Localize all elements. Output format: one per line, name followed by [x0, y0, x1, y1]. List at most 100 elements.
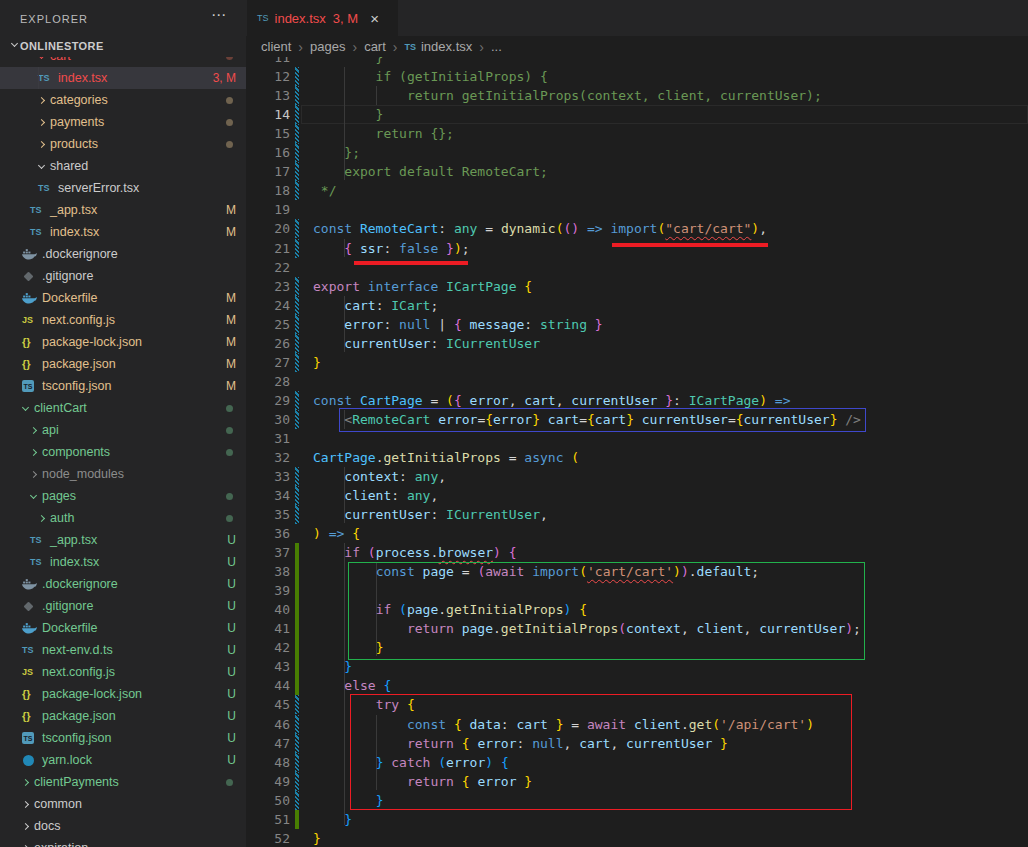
code-line-19[interactable]: 19 [246, 200, 1028, 219]
gutter-added-indicator [295, 600, 299, 619]
more-actions-icon[interactable]: ⋯ [211, 6, 228, 24]
tree-item-payments[interactable]: payments [0, 111, 246, 133]
tree-item-tsconfig-json[interactable]: TStsconfig.jsonM [0, 375, 246, 397]
code-line-18[interactable]: 18 */ [246, 181, 1028, 200]
code-line-34[interactable]: 34 client: any, [246, 486, 1028, 505]
chevron-right-icon [38, 118, 45, 125]
code-line-14[interactable]: 14 } [246, 105, 1028, 124]
code-line-24[interactable]: 24 cart: ICart; [246, 296, 1028, 315]
code-line-44[interactable]: 44 else { [246, 676, 1028, 695]
close-icon[interactable]: × [370, 10, 379, 27]
status-dot-badge [226, 493, 233, 500]
tree-item-label: package-lock.json [42, 687, 142, 701]
file-icon-ts: TS [30, 205, 50, 215]
code-line-text: currentUser: ICurrentUser [313, 334, 540, 353]
tree-item-index-tsx[interactable]: TSindex.tsx3, M [0, 67, 246, 89]
tree-item-cart[interactable]: cart [0, 57, 246, 67]
code-line-27[interactable]: 27} [246, 353, 1028, 372]
breadcrumb-item-cart[interactable]: cart [364, 39, 386, 54]
tree-item-expiration[interactable]: expiration [0, 837, 246, 847]
code-line-20[interactable]: 20const RemoteCart: any = dynamic(() => … [246, 219, 1028, 238]
tree-item--dockerignore[interactable]: .dockerignore [0, 243, 246, 265]
tree-item-package-json[interactable]: {}package.jsonM [0, 353, 246, 375]
breadcrumb-symbol-tail[interactable]: ... [491, 39, 502, 54]
tree-item-next-config-js[interactable]: JSnext.config.jsM [0, 309, 246, 331]
code-line-51[interactable]: 51 } [246, 810, 1028, 829]
code-line-32[interactable]: 32CartPage.getInitialProps = async ( [246, 448, 1028, 467]
code-line-33[interactable]: 33 context: any, [246, 467, 1028, 486]
code-line-43[interactable]: 43 } [246, 657, 1028, 676]
code-line-37[interactable]: 37 if (process.browser) { [246, 543, 1028, 562]
tree-item-label: index.tsx [50, 555, 99, 569]
tree-item--gitignore[interactable]: .gitignore U [0, 595, 246, 617]
code-line-52[interactable]: 52} [246, 829, 1028, 847]
tree-item--dockerignore[interactable]: .dockerignoreU [0, 573, 246, 595]
tree-item--gitignore[interactable]: .gitignore [0, 265, 246, 287]
tree-item-label: categories [50, 93, 108, 107]
tree-item-tsconfig-json[interactable]: TStsconfig.jsonU [0, 727, 246, 749]
code-line-35[interactable]: 35 currentUser: ICurrentUser, [246, 505, 1028, 524]
tree-item-pages[interactable]: pages [0, 485, 246, 507]
breadcrumb-item-file[interactable]: index.tsx [421, 39, 472, 54]
code-line-21[interactable]: 21 { ssr: false }); [246, 239, 1028, 258]
code-line-25[interactable]: 25 error: null | { message: string } [246, 315, 1028, 334]
code-line-16[interactable]: 16 }; [246, 143, 1028, 162]
tree-item-next-config-js[interactable]: JSnext.config.jsU [0, 661, 246, 683]
tree-item-clientPayments[interactable]: clientPayments [0, 771, 246, 793]
tree-item-Dockerfile[interactable]: DockerfileU [0, 617, 246, 639]
tree-item-auth[interactable]: auth [0, 507, 246, 529]
tree-item-components[interactable]: components [0, 441, 246, 463]
tree-item-docs[interactable]: docs [0, 815, 246, 837]
tree-item-Dockerfile[interactable]: DockerfileM [0, 287, 246, 309]
tree-item-clientCart[interactable]: clientCart [0, 397, 246, 419]
chevron-right-icon: › [298, 39, 303, 55]
code-line-23[interactable]: 23export interface ICartPage { [246, 277, 1028, 296]
chevron-down-icon [22, 403, 29, 410]
tree-item-node-modules[interactable]: node_modules [0, 463, 246, 485]
gutter-modified-indicator [295, 105, 299, 124]
code-line-text: export default RemoteCart; [313, 162, 548, 181]
code-line-28[interactable]: 28 [246, 372, 1028, 391]
code-line-text: if (getInitialProps) { [313, 67, 548, 86]
breadcrumb-item-client[interactable]: client [261, 39, 291, 54]
tree-item-categories[interactable]: categories [0, 89, 246, 111]
tree-item-label: pages [42, 489, 76, 503]
tree-item-serverError-tsx[interactable]: TSserverError.tsx [0, 177, 246, 199]
breadcrumb-item-pages[interactable]: pages [310, 39, 345, 54]
tree-item--app-tsx[interactable]: TS_app.tsxM [0, 199, 246, 221]
tree-item-common[interactable]: common [0, 793, 246, 815]
tree-item-package-lock-json[interactable]: {}package-lock.jsonM [0, 331, 246, 353]
tree-item-package-lock-json[interactable]: {}package-lock.jsonU [0, 683, 246, 705]
gutter-added-indicator [295, 810, 299, 829]
tree-item-label: .gitignore [42, 599, 93, 613]
code-editor[interactable]: 11 }12 if (getInitialProps) {13 return g… [246, 57, 1028, 847]
tree-item-products[interactable]: products [0, 133, 246, 155]
tree-item-index-tsx[interactable]: TSindex.tsxM [0, 221, 246, 243]
chevron-right-icon: › [393, 39, 398, 55]
tree-item-shared[interactable]: shared [0, 155, 246, 177]
code-line-29[interactable]: 29const CartPage = ({ error, cart, curre… [246, 391, 1028, 410]
code-line-text: } [313, 810, 352, 829]
code-line-11[interactable]: 11 } [246, 57, 1028, 67]
code-line-26[interactable]: 26 currentUser: ICurrentUser [246, 334, 1028, 353]
code-line-text: CartPage.getInitialProps = async ( [313, 448, 579, 467]
section-header-onlinestore[interactable]: ONLINESTORE [0, 36, 246, 57]
tree-item-api[interactable]: api [0, 419, 246, 441]
tree-item--app-tsx[interactable]: TS_app.tsxU [0, 529, 246, 551]
git-status-badge: U [227, 599, 236, 613]
line-number: 15 [246, 124, 290, 143]
breadcrumbs: client›pages›cart›TSindex.tsx›... [246, 36, 1028, 57]
code-line-15[interactable]: 15 return {}; [246, 124, 1028, 143]
tree-item-yarn-lock[interactable]: yarn.lockU [0, 749, 246, 771]
tree-item-next-env-d-ts[interactable]: TSnext-env.d.tsU [0, 639, 246, 661]
tab-bar: TS index.tsx 3, M × [246, 0, 1028, 36]
tree-item-package-json[interactable]: {}package.jsonU [0, 705, 246, 727]
tab-index-tsx[interactable]: TS index.tsx 3, M × [247, 0, 398, 36]
annotation-blue-box-remotecart [339, 408, 866, 432]
code-line-36[interactable]: 36) => { [246, 524, 1028, 543]
code-line-13[interactable]: 13 return getInitialProps(context, clien… [246, 86, 1028, 105]
tree-item-index-tsx[interactable]: TSindex.tsxU [0, 551, 246, 573]
git-status-badge: M [226, 203, 236, 217]
code-line-17[interactable]: 17 export default RemoteCart; [246, 162, 1028, 181]
code-line-12[interactable]: 12 if (getInitialProps) { [246, 67, 1028, 86]
